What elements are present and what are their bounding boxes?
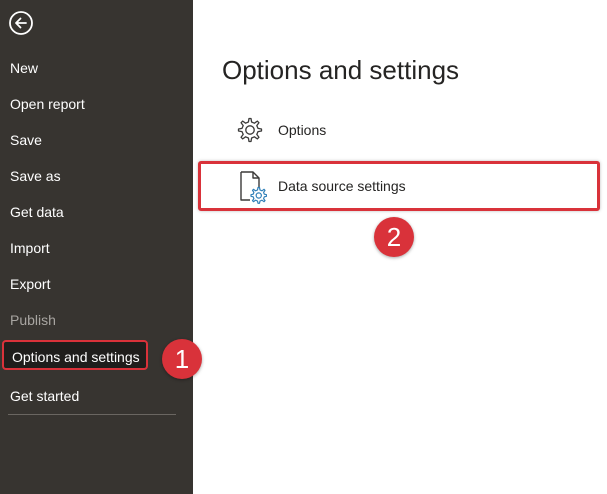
- options-label: Options: [278, 122, 327, 138]
- step-callout-1: 1: [162, 339, 202, 379]
- sidebar-item-save-as[interactable]: Save as: [10, 167, 61, 185]
- page-title: Options and settings: [222, 55, 460, 85]
- back-button[interactable]: [8, 10, 34, 36]
- back-arrow-circle-icon: [9, 11, 33, 35]
- sidebar-divider: [8, 414, 176, 415]
- data-source-settings-label: Data source settings: [278, 178, 406, 194]
- sidebar-item-export[interactable]: Export: [10, 275, 50, 293]
- sidebar-item-import[interactable]: Import: [10, 239, 50, 257]
- data-source-settings-item[interactable]: Data source settings: [198, 161, 600, 211]
- document-gear-icon: [240, 171, 267, 204]
- sidebar-item-open-report[interactable]: Open report: [10, 95, 85, 113]
- sidebar-item-publish: Publish: [10, 312, 56, 328]
- gear-icon: [237, 117, 263, 143]
- step-callout-2: 2: [374, 217, 414, 257]
- options-item[interactable]: Options: [232, 114, 482, 146]
- backstage-sidebar: New Open report Save Save as Get data Im…: [0, 0, 193, 494]
- sidebar-item-get-data[interactable]: Get data: [10, 203, 64, 221]
- sidebar-item-save[interactable]: Save: [10, 131, 42, 149]
- sidebar-item-new[interactable]: New: [10, 59, 38, 77]
- sidebar-item-options-and-settings[interactable]: Options and settings: [2, 340, 148, 370]
- sidebar-item-get-started[interactable]: Get started: [10, 387, 79, 405]
